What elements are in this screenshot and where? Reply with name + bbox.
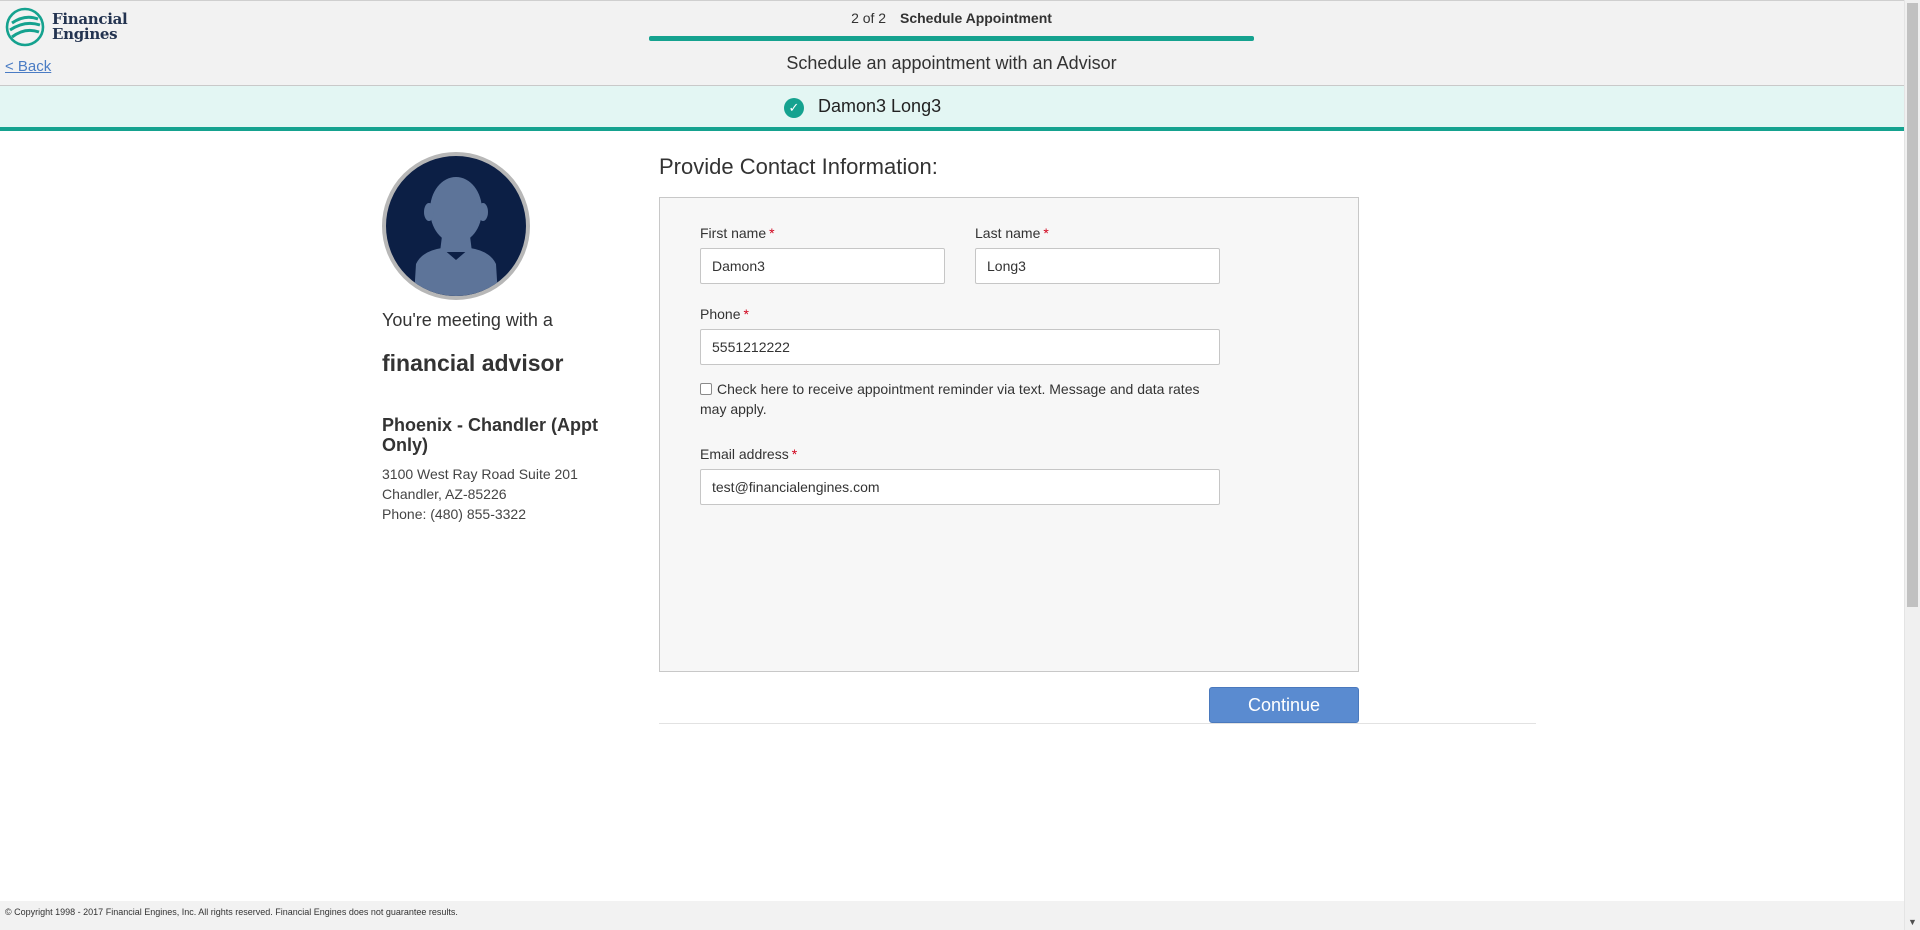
sms-opt-in: Check here to receive appointment remind… (700, 379, 1220, 419)
email-label: Email address * (700, 446, 797, 462)
user-banner: ✓ Damon3 Long3 (0, 86, 1904, 131)
progress-indicator: 2 of 2 Schedule Appointment Schedule an … (649, 1, 1254, 87)
office-address-line2: Chandler, AZ-85226 (382, 486, 507, 502)
office-name: Phoenix - Chandler (Appt Only) (382, 415, 598, 455)
required-marker: * (791, 446, 798, 462)
page-header: Financial Engines < Back 2 of 2 Schedule… (0, 0, 1904, 86)
step-count: 2 of 2 (851, 10, 887, 26)
required-marker: * (1043, 225, 1049, 241)
logo-mark-icon (5, 7, 45, 47)
phone-label: Phone * (700, 306, 749, 322)
last-name-label: Last name * (975, 225, 1049, 241)
divider (659, 723, 1536, 724)
first-name-input[interactable] (700, 248, 945, 284)
footer-copyright: © Copyright 1998 - 2017 Financial Engine… (0, 901, 1904, 930)
scroll-down-arrow-icon[interactable]: ▼ (1908, 917, 1917, 927)
required-marker: * (743, 306, 749, 322)
meeting-text: You're meeting with a (382, 310, 553, 330)
phone-label-text: Phone (700, 306, 741, 322)
progress-bar (649, 36, 1254, 41)
step-label: 2 of 2 Schedule Appointment (649, 10, 1254, 26)
advisor-avatar (382, 152, 530, 300)
advisor-title: financial advisor (382, 350, 564, 376)
back-link[interactable]: < Back (5, 58, 51, 75)
logo-wordmark: Financial Engines (52, 12, 128, 43)
office-phone: Phone: (480) 855-3322 (382, 506, 526, 522)
scrollbar-thumb[interactable] (1907, 3, 1918, 607)
office-address-line1: 3100 West Ray Road Suite 201 (382, 466, 578, 482)
email-input[interactable] (700, 469, 1220, 505)
person-silhouette-icon (414, 177, 498, 296)
required-marker: * (769, 225, 775, 241)
step-name: Schedule Appointment (899, 10, 1052, 26)
financial-engines-logo[interactable]: Financial Engines (5, 6, 135, 48)
email-label-text: Email address (700, 446, 789, 462)
first-name-label-text: First name (700, 225, 767, 241)
user-name: Damon3 Long3 (818, 96, 942, 116)
contact-form: First name* Last name* Phone* Check here… (659, 197, 1359, 672)
sms-opt-in-checkbox[interactable] (700, 383, 712, 395)
page-title: Schedule an appointment with an Advisor (786, 53, 1117, 73)
last-name-label-text: Last name (975, 225, 1041, 241)
first-name-label: First name * (700, 225, 775, 241)
vertical-scrollbar[interactable]: ▼ (1904, 0, 1920, 930)
continue-button[interactable]: Continue (1209, 687, 1359, 723)
logo-line2: Engines (52, 25, 118, 43)
form-heading: Provide Contact Information: (659, 154, 938, 179)
sms-opt-in-label[interactable]: Check here to receive appointment remind… (700, 381, 1199, 417)
last-name-input[interactable] (975, 248, 1220, 284)
phone-input[interactable] (700, 329, 1220, 365)
check-circle-icon: ✓ (784, 98, 804, 118)
